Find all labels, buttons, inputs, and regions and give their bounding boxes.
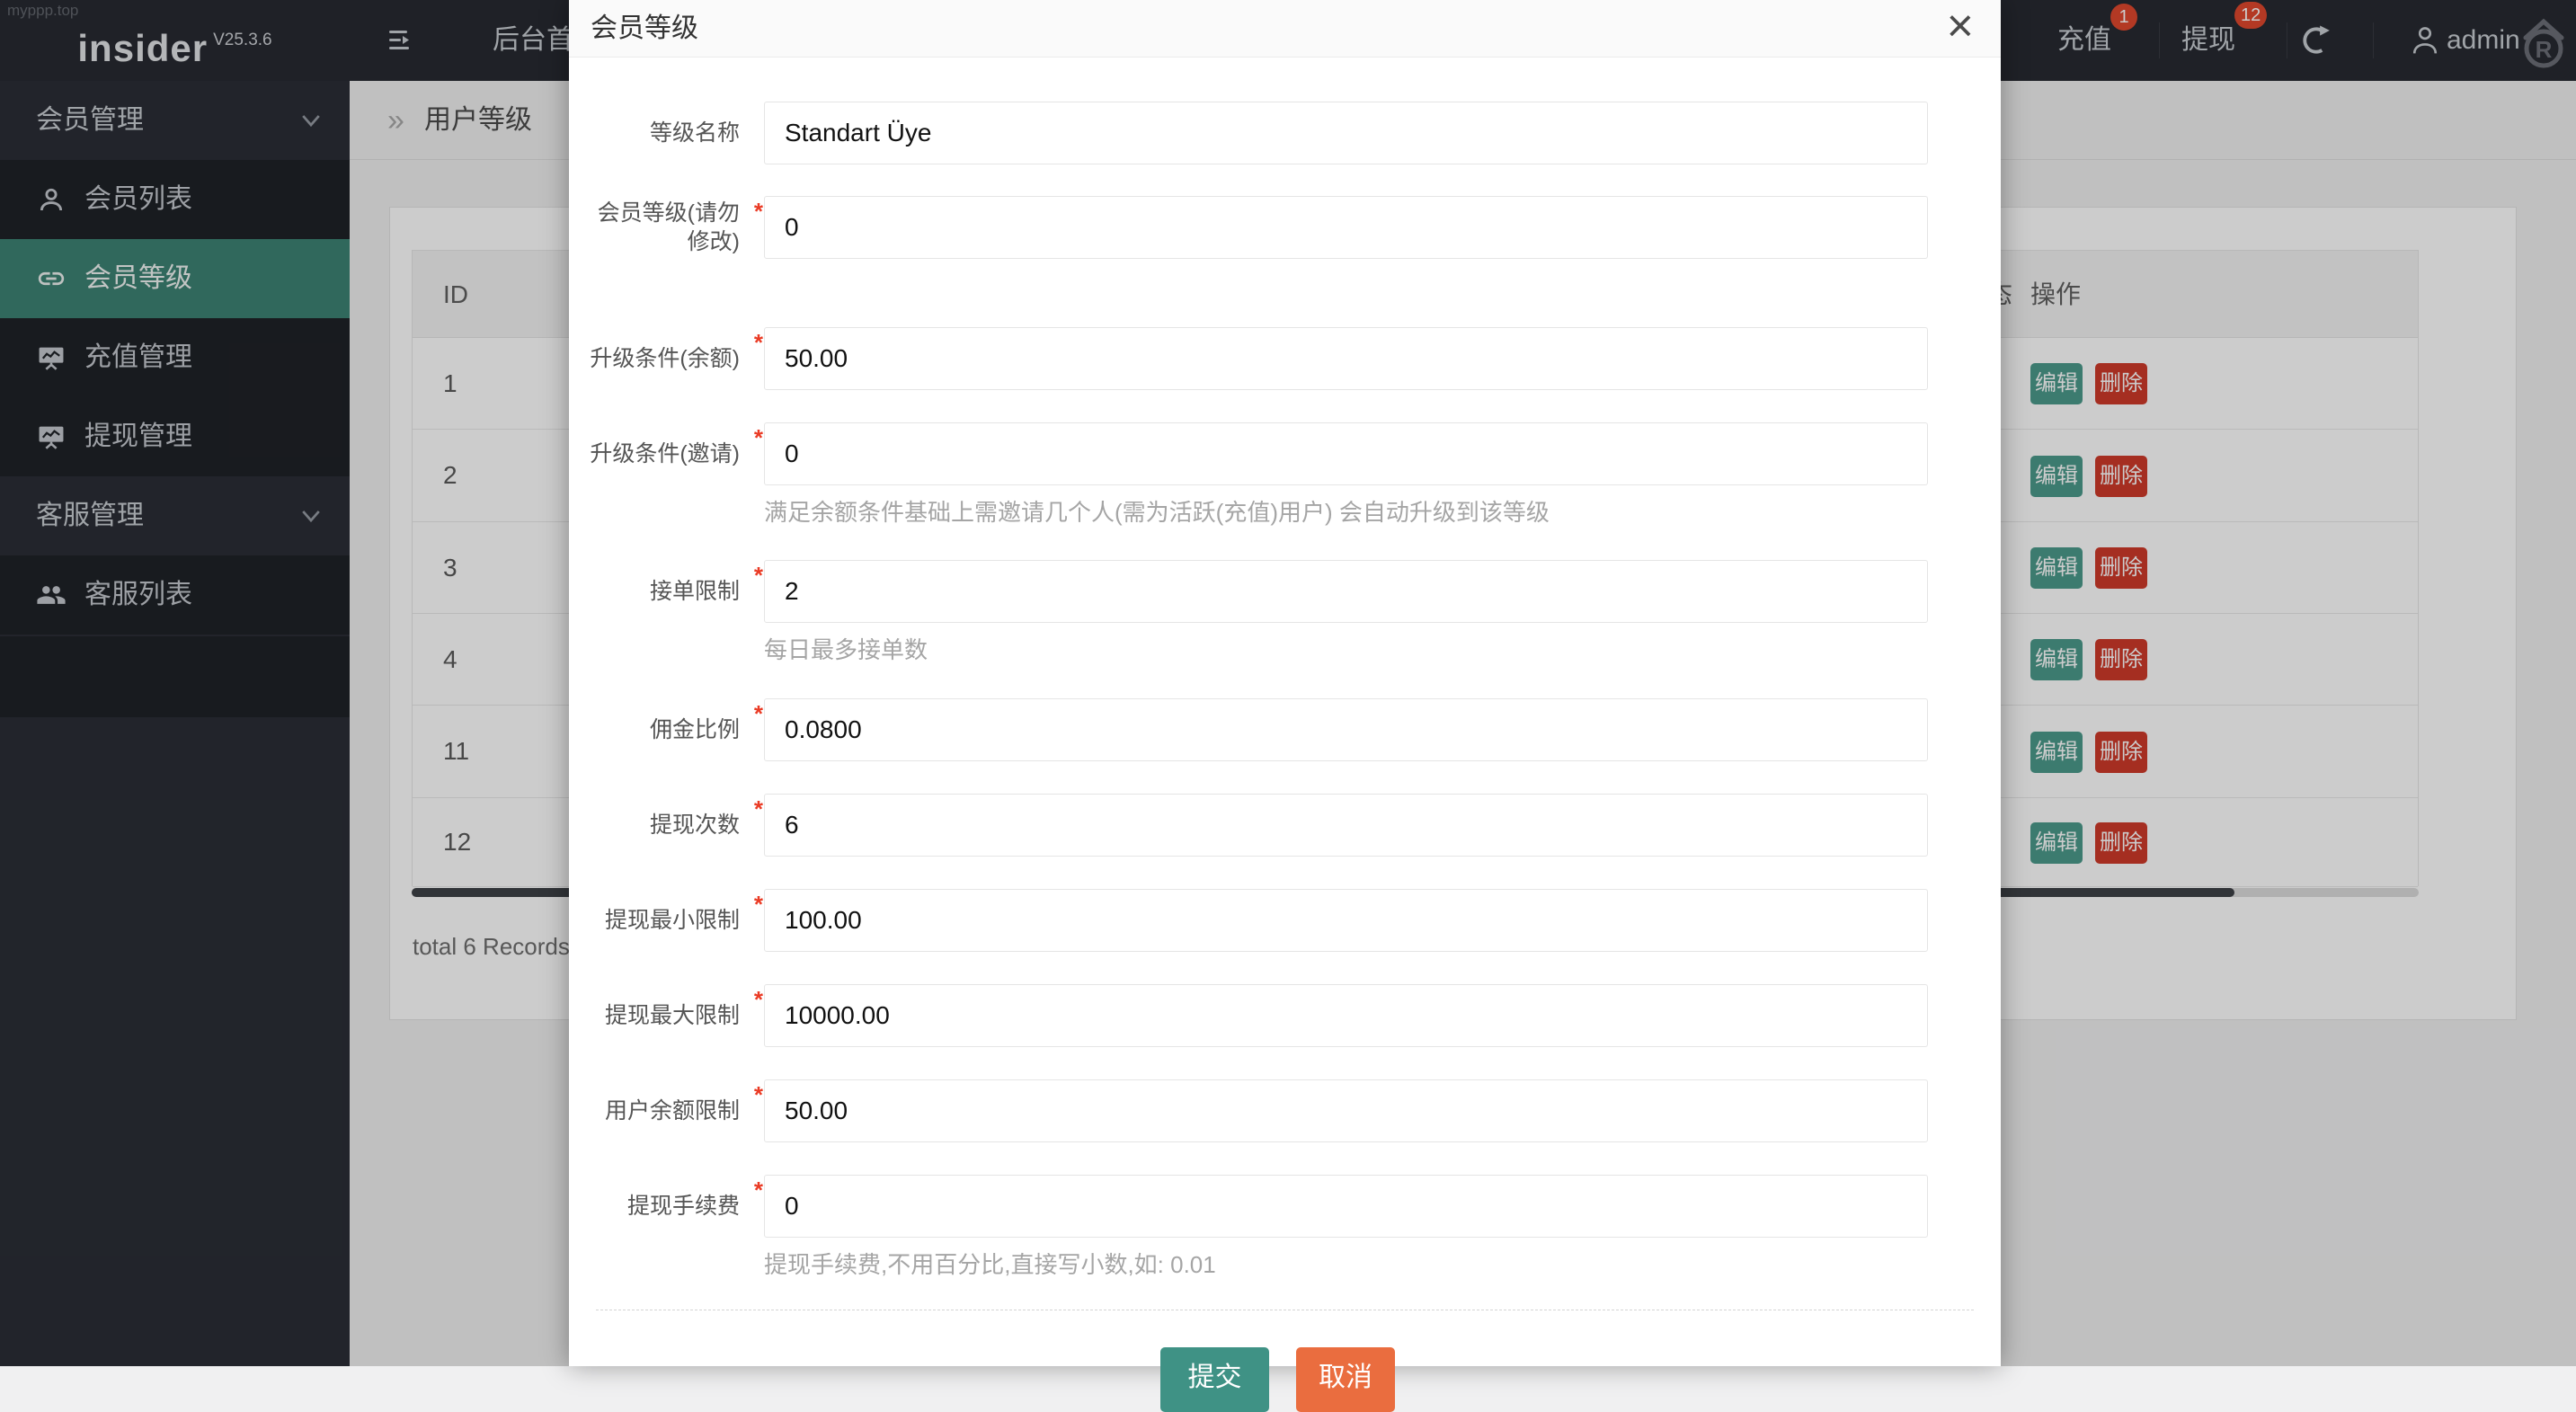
modal-field-row: 升级条件(余额) *	[569, 327, 2001, 390]
required-asterisk: *	[754, 699, 763, 728]
field-input[interactable]	[764, 196, 1928, 259]
field-label: 提现最大限制*	[578, 984, 740, 1047]
field-input[interactable]	[764, 422, 1928, 485]
field-label: 提现最小限制*	[578, 889, 740, 952]
field-label-text: 接单限制	[650, 577, 740, 606]
field-label: 提现手续费*	[578, 1175, 740, 1238]
modal-field-row: 升级条件(邀请)*满足余额条件基础上需邀请几个人(需为活跃(充值)用户) 会自动…	[569, 422, 2001, 485]
modal-field-row: 提现次数 *	[569, 794, 2001, 857]
field-label: 提现次数*	[578, 794, 740, 857]
modal-field-row: 提现最小限制 *	[569, 889, 2001, 952]
field-input[interactable]	[764, 1079, 1928, 1142]
field-label: 用户余额限制*	[578, 1079, 740, 1142]
field-label-text: 提现最小限制	[605, 906, 740, 935]
field-label-text: 提现最大限制	[605, 1001, 740, 1030]
modal-field-row: 用户余额限制 *	[569, 1079, 2001, 1142]
field-input[interactable]	[764, 698, 1928, 761]
member-level-modal: 会员等级 × 等级名称会员等级(请勿修改)*升级条件(余额)*升级条件(邀请)*…	[569, 0, 2001, 1366]
modal-field-row: 提现手续费*提现手续费,不用百分比,直接写小数,如: 0.01	[569, 1175, 2001, 1238]
required-asterisk: *	[754, 1080, 763, 1109]
field-input[interactable]	[764, 794, 1928, 857]
field-label-text: 升级条件(余额)	[590, 344, 740, 373]
modal-field-row: 佣金比例 *	[569, 698, 2001, 761]
modal-field-row: 接单限制*每日最多接单数	[569, 560, 2001, 623]
required-asterisk: *	[754, 328, 763, 357]
field-label-text: 佣金比例	[650, 715, 740, 744]
field-label-text: 升级条件(邀请)	[590, 440, 740, 468]
field-label-text: 提现次数	[650, 811, 740, 839]
required-asterisk: *	[754, 890, 763, 919]
field-label-text: 提现手续费	[627, 1192, 740, 1221]
required-asterisk: *	[754, 1176, 763, 1204]
field-label-text: 用户余额限制	[605, 1097, 740, 1125]
modal-field-row: 等级名称	[569, 102, 2001, 164]
modal-field-row: 提现最大限制 *	[569, 984, 2001, 1047]
close-icon[interactable]: ×	[1947, 0, 1974, 58]
field-label: 佣金比例*	[578, 698, 740, 761]
field-label-text: 等级名称	[650, 119, 740, 147]
field-input[interactable]	[764, 1175, 1928, 1238]
submit-button[interactable]: 提交	[1160, 1347, 1269, 1412]
field-input[interactable]	[764, 984, 1928, 1047]
field-input[interactable]	[764, 560, 1928, 623]
required-asterisk: *	[754, 561, 763, 590]
field-label: 接单限制*	[578, 560, 740, 623]
field-input[interactable]	[764, 102, 1928, 164]
required-asterisk: *	[754, 197, 763, 226]
modal-header: 会员等级 ×	[569, 0, 2001, 58]
field-hint: 每日最多接单数	[764, 632, 928, 665]
field-hint: 满足余额条件基础上需邀请几个人(需为活跃(充值)用户) 会自动升级到该等级	[764, 494, 1550, 528]
field-label: 升级条件(邀请)*	[578, 422, 740, 485]
cancel-button[interactable]: 取消	[1296, 1347, 1395, 1412]
page: { "brand": { "name": "insider", "version…	[0, 0, 2576, 1366]
modal-field-row: 会员等级(请勿修改) *	[569, 196, 2001, 259]
field-input[interactable]	[764, 327, 1928, 390]
required-asterisk: *	[754, 795, 763, 823]
modal-title: 会员等级	[591, 0, 698, 58]
required-asterisk: *	[754, 423, 763, 452]
field-input[interactable]	[764, 889, 1928, 952]
field-label: 会员等级(请勿修改)*	[578, 196, 740, 259]
field-label: 升级条件(余额)*	[578, 327, 740, 390]
field-label: 等级名称	[578, 102, 740, 164]
required-asterisk: *	[754, 985, 763, 1014]
field-label-text: 会员等级(请勿修改)	[578, 199, 740, 256]
field-hint: 提现手续费,不用百分比,直接写小数,如: 0.01	[764, 1247, 1216, 1280]
